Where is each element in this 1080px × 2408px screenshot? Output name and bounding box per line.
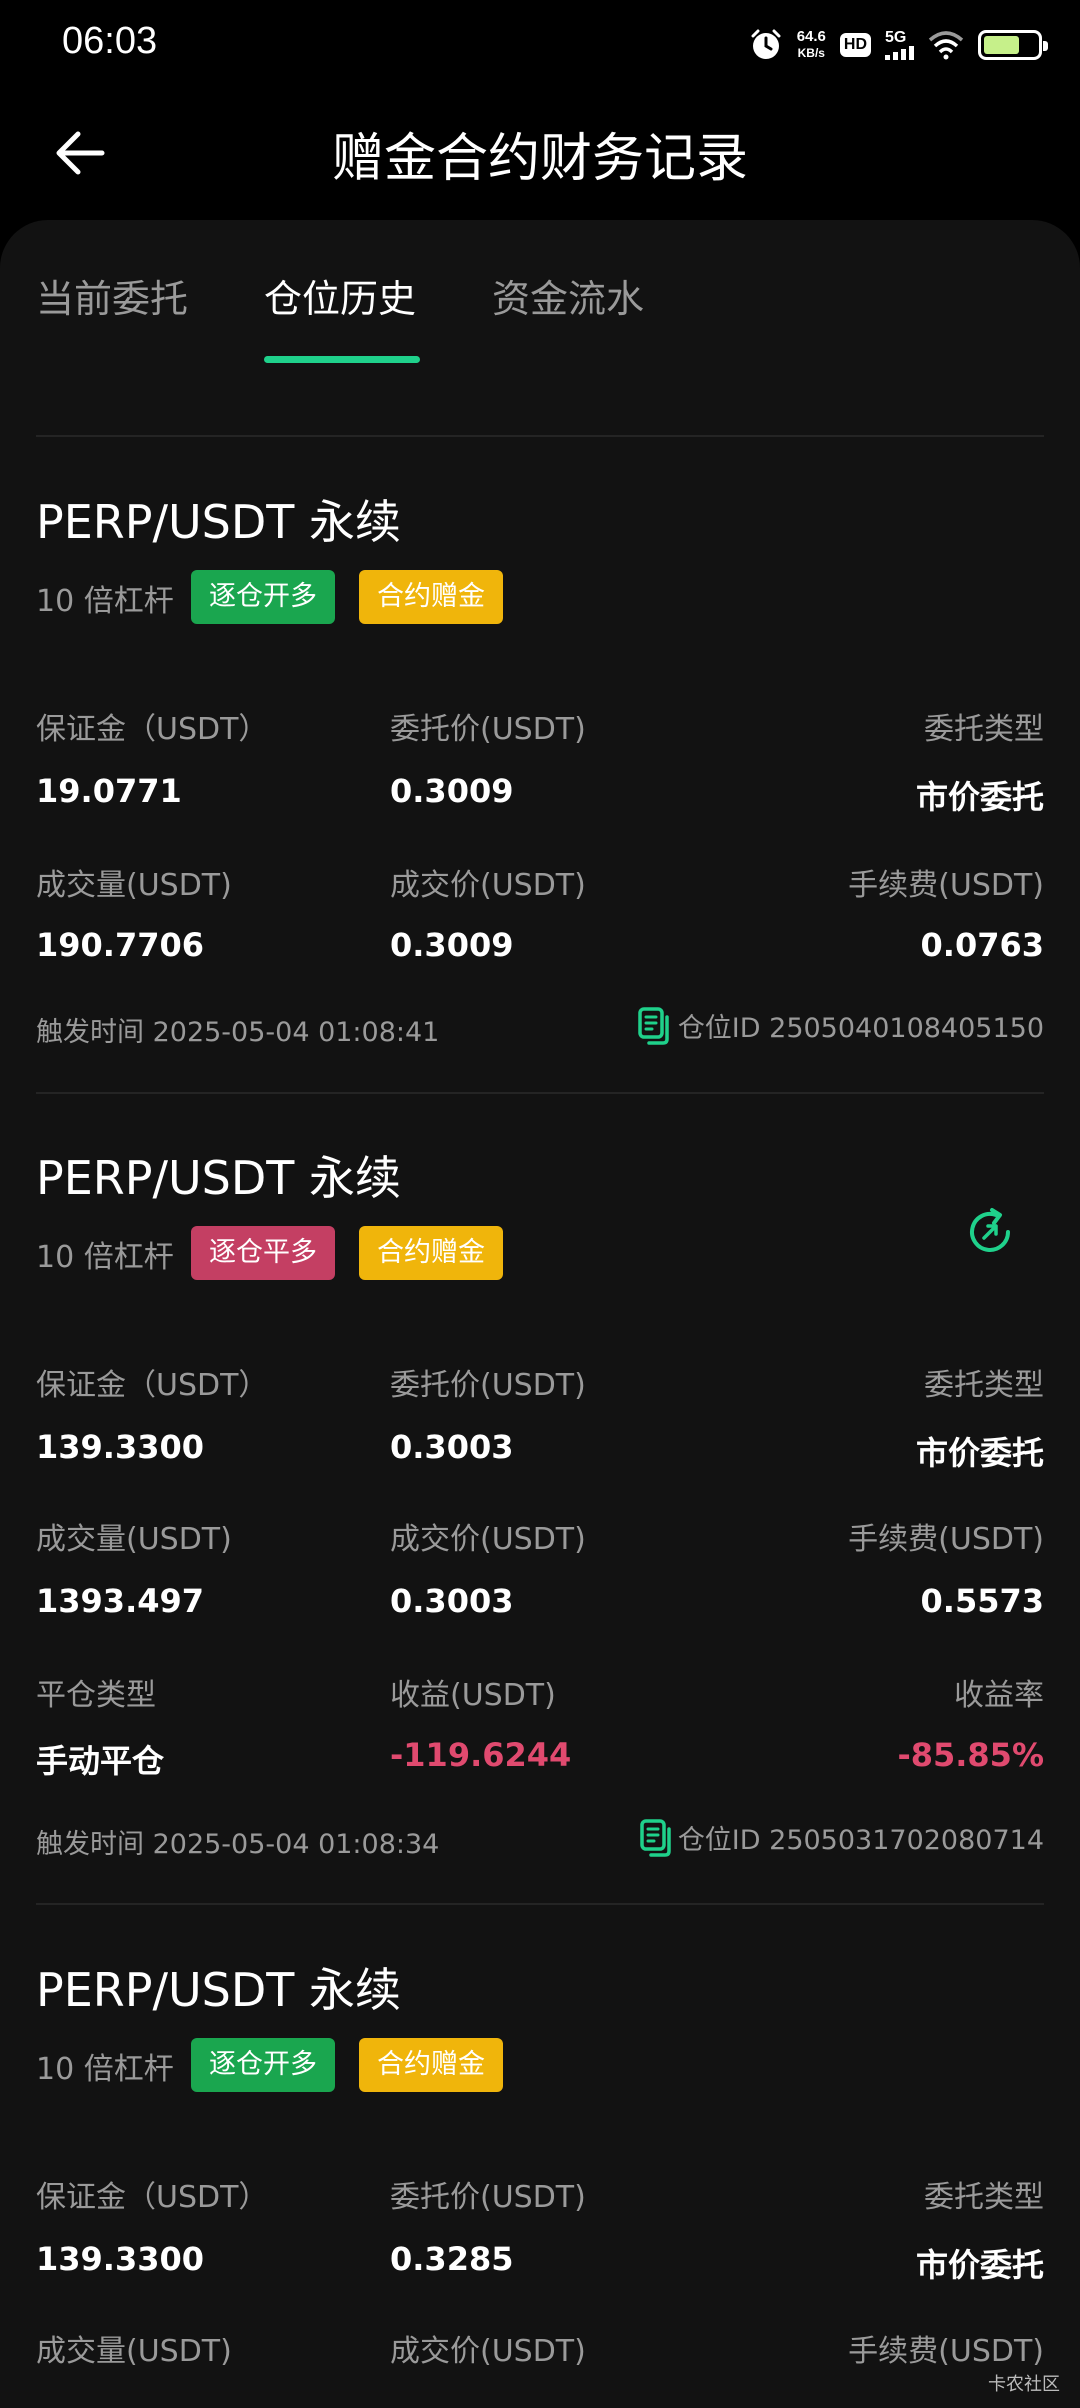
order-type-value: 市价委托 [915, 1434, 1044, 1472]
fee-label: 手续费(USDT) [848, 868, 1044, 903]
copy-icon[interactable] [636, 1006, 676, 1046]
trigger-time: 触发时间 2025-05-04 01:08:34 [36, 1829, 440, 1860]
filled-price-label: 成交价(USDT) [390, 2334, 586, 2369]
side-tag: 逐仓开多 [191, 570, 335, 624]
bonus-tag: 合约赠金 [359, 2038, 503, 2092]
net-speed-value: 64.6 [796, 28, 826, 45]
position-id: 仓位ID 2505031702080714 [677, 1825, 1044, 1856]
pair-title: PERP/USDT 永续 [36, 1963, 402, 2017]
copy-icon[interactable] [638, 1818, 678, 1858]
margin-value: 139.3300 [36, 1428, 205, 1466]
leverage-label: 10 倍杠杆 [36, 584, 174, 619]
close-type-value: 手动平仓 [36, 1742, 165, 1780]
margin-value: 19.0771 [36, 772, 182, 810]
fee-value: 0.0763 [920, 926, 1044, 964]
status-icons: 64.6 KB/s HD 5G [749, 22, 1048, 68]
order-price-label: 委托价(USDT) [390, 712, 586, 747]
bonus-tag: 合约赠金 [359, 1226, 503, 1280]
net-speed-unit: KB/s [797, 46, 825, 60]
filled-qty-label: 成交量(USDT) [36, 868, 232, 903]
side-tag: 逐仓平多 [191, 1226, 335, 1280]
top-app-bar: 赠金合约财务记录 [0, 88, 1080, 223]
divider [36, 1092, 1044, 1094]
alarm-icon [751, 29, 781, 59]
filled-qty-label: 成交量(USDT) [36, 1522, 232, 1557]
margin-value: 139.3300 [36, 2240, 205, 2278]
position-id: 仓位ID 2505040108405150 [677, 1013, 1044, 1044]
filled-qty-value: 190.7706 [36, 926, 205, 964]
filled-price-value: 0.3009 [390, 926, 514, 964]
filled-price-label: 成交价(USDT) [390, 1522, 586, 1557]
content-sheet: 当前委托 仓位历史 资金流水 PERP/USDT 永续 10 倍杠杆 逐仓开多 … [0, 220, 1080, 2408]
status-bar: 06:03 64.6 KB/s HD 5G [0, 0, 1080, 88]
fee-label: 手续费(USDT) [848, 1522, 1044, 1557]
bonus-tag: 合约赠金 [359, 570, 503, 624]
pnl-rate-label: 收益率 [954, 1678, 1044, 1713]
order-price-label: 委托价(USDT) [390, 1368, 586, 1403]
order-price-label: 委托价(USDT) [390, 2180, 586, 2215]
tab-position-history[interactable]: 仓位历史 [264, 268, 416, 323]
battery-icon [978, 30, 1048, 60]
wifi-icon [928, 31, 964, 60]
fee-value: 0.5573 [920, 1582, 1044, 1620]
pair-title: PERP/USDT 永续 [36, 1151, 402, 1205]
order-type-label: 委托类型 [924, 1368, 1044, 1403]
margin-label: 保证金（USDT） [36, 712, 269, 747]
tab-fund-flow[interactable]: 资金流水 [492, 268, 644, 323]
pair-title: PERP/USDT 永续 [36, 495, 402, 549]
margin-label: 保证金（USDT） [36, 2180, 269, 2215]
filled-qty-value: 1393.497 [36, 1582, 205, 1620]
pnl-value: -119.6244 [390, 1736, 572, 1774]
hd-icon: HD [839, 33, 871, 57]
filled-qty-label: 成交量(USDT) [36, 2334, 232, 2369]
order-type-label: 委托类型 [924, 2180, 1044, 2215]
order-type-label: 委托类型 [924, 712, 1044, 747]
order-price-value: 0.3285 [390, 2240, 514, 2278]
trigger-time: 触发时间 2025-05-04 01:08:41 [36, 1017, 440, 1048]
leverage-label: 10 倍杠杆 [36, 1240, 174, 1275]
network-type: 5G [885, 29, 907, 46]
order-type-value: 市价委托 [915, 2246, 1044, 2284]
page-title: 赠金合约财务记录 [331, 129, 748, 189]
share-icon[interactable] [962, 1204, 1018, 1260]
order-price-value: 0.3009 [390, 772, 514, 810]
net-speed: 64.6 KB/s [797, 29, 826, 61]
tab-current-orders[interactable]: 当前委托 [36, 268, 188, 323]
pnl-rate-value: -85.85% [897, 1736, 1044, 1774]
pnl-label: 收益(USDT) [390, 1678, 556, 1713]
leverage-label: 10 倍杠杆 [36, 2052, 174, 2087]
tab-bar: 当前委托 仓位历史 资金流水 [0, 220, 1080, 370]
fee-label: 手续费(USDT) [848, 2334, 1044, 2369]
clock: 06:03 [62, 20, 158, 62]
order-price-value: 0.3003 [390, 1428, 514, 1466]
signal-icon: 5G [885, 30, 914, 60]
watermark: 卡农社区 [988, 2374, 1060, 2395]
active-tab-indicator [264, 356, 420, 363]
divider [36, 435, 1044, 437]
filled-price-value: 0.3003 [390, 1582, 514, 1620]
filled-price-label: 成交价(USDT) [390, 868, 586, 903]
close-type-label: 平仓类型 [36, 1678, 156, 1713]
order-type-value: 市价委托 [915, 778, 1044, 816]
side-tag: 逐仓开多 [191, 2038, 335, 2092]
margin-label: 保证金（USDT） [36, 1368, 269, 1403]
divider [36, 1903, 1044, 1905]
